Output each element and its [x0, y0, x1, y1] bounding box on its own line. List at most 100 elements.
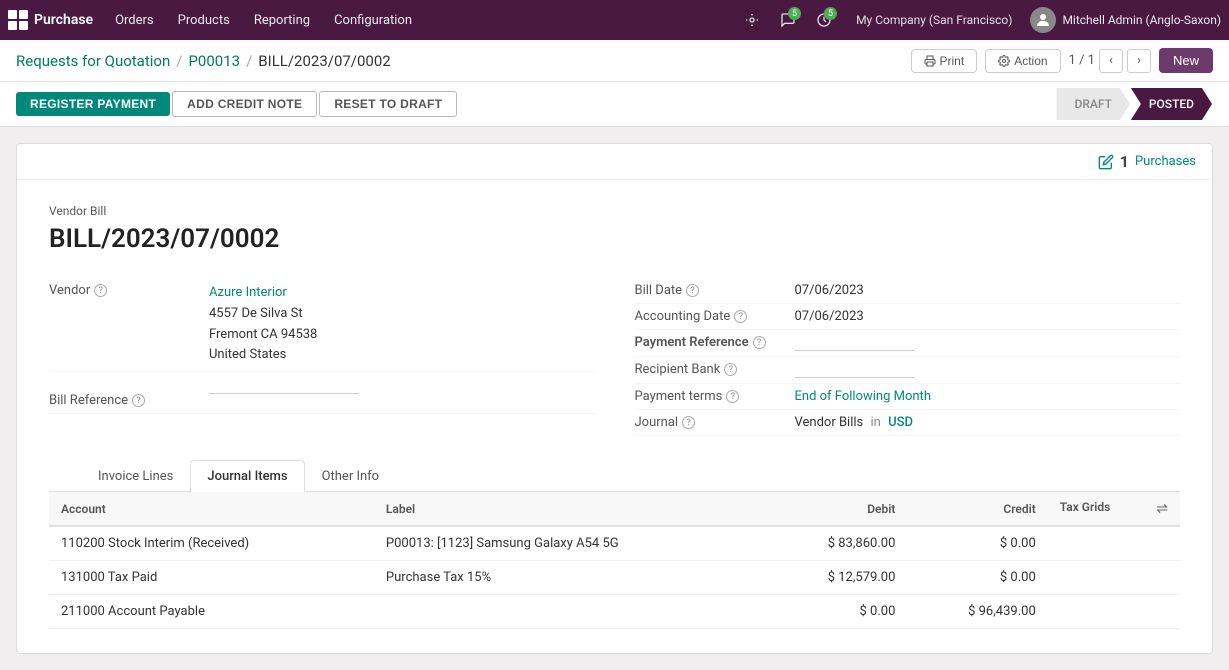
row1-account[interactable]: 110200 Stock Interim (Received): [49, 526, 374, 561]
page-number: 1 / 1: [1069, 53, 1095, 68]
journal-name[interactable]: Vendor Bills: [795, 415, 864, 430]
bill-ref-field-row: Bill Reference ?: [49, 388, 595, 414]
clock-badge: 5: [824, 7, 837, 20]
recipient-bank-value[interactable]: [795, 362, 915, 378]
tab-invoice-lines[interactable]: Invoice Lines: [81, 460, 190, 492]
row2-credit: $ 0.00: [907, 561, 1047, 595]
row3-debit: $ 0.00: [767, 595, 907, 629]
accounting-date-row: Accounting Date ? 07/06/2023: [635, 304, 1181, 330]
logo-icon: [8, 10, 28, 30]
journal-table: Account Label Debit Credit Tax Grids: [49, 492, 1180, 629]
payment-ref-row: Payment Reference ?: [635, 330, 1181, 357]
status-posted[interactable]: POSTED: [1131, 88, 1212, 120]
nav-configuration[interactable]: Configuration: [324, 9, 422, 32]
col-tax-grids: Tax Grids ⇌: [1048, 492, 1180, 526]
row1-credit: $ 0.00: [907, 526, 1047, 561]
accounting-date-value[interactable]: 07/06/2023: [795, 309, 864, 324]
row2-debit: $ 12,579.00: [767, 561, 907, 595]
col-label: Label: [374, 492, 767, 526]
journal-value: Vendor Bills in USD: [795, 415, 913, 430]
status-steps: DRAFT POSTED: [1056, 88, 1213, 120]
header-actions: Print Action 1 / 1 ‹ › New: [911, 48, 1214, 73]
nav-reporting[interactable]: Reporting: [244, 9, 320, 32]
user-name: Mitchell Admin (Anglo-Saxon): [1062, 13, 1221, 27]
recipient-bank-label: Recipient Bank ?: [635, 362, 795, 377]
row2-account[interactable]: 131000 Tax Paid: [49, 561, 374, 595]
document-card: 1 Purchases Vendor Bill BILL/2023/07/000…: [16, 143, 1213, 654]
main-content: 1 Purchases Vendor Bill BILL/2023/07/000…: [0, 127, 1229, 670]
user-menu[interactable]: Mitchell Admin (Anglo-Saxon): [1030, 7, 1221, 33]
breadcrumb-sep2: /: [246, 52, 252, 70]
journal-in: in: [870, 415, 880, 430]
bug-icon-btn[interactable]: [738, 6, 766, 34]
purchases-label: Purchases: [1135, 154, 1196, 169]
edit-icon: [1098, 154, 1114, 170]
register-payment-button[interactable]: REGISTER PAYMENT: [16, 92, 170, 116]
accounting-date-hint: ?: [734, 310, 747, 323]
payment-ref-label: Payment Reference ?: [635, 335, 795, 350]
app-logo[interactable]: Purchase: [8, 10, 93, 30]
doc-title: BILL/2023/07/0002: [49, 224, 1180, 254]
pagination: 1 / 1 ‹ ›: [1069, 49, 1151, 73]
journal-hint: ?: [682, 416, 695, 429]
journal-table-body: 110200 Stock Interim (Received) P00013: …: [49, 526, 1180, 629]
vendor-name[interactable]: Azure Interior: [209, 283, 317, 304]
breadcrumb: Requests for Quotation / P00013 / BILL/2…: [16, 52, 391, 70]
action-bar: REGISTER PAYMENT ADD CREDIT NOTE RESET T…: [0, 82, 1229, 127]
tab-journal-items[interactable]: Journal Items: [190, 460, 304, 492]
col-credit: Credit: [907, 492, 1047, 526]
bill-ref-value[interactable]: [209, 393, 359, 394]
avatar: [1030, 7, 1056, 33]
company-selector[interactable]: My Company (San Francisco): [846, 9, 1022, 31]
doc-type-label: Vendor Bill: [49, 204, 1180, 218]
payment-ref-value[interactable]: [795, 335, 915, 351]
tabs-bar: Invoice Lines Journal Items Other Info: [49, 460, 1180, 492]
vendor-field-row: Vendor ? Azure Interior 4557 De Silva St…: [49, 278, 595, 372]
row3-label: [374, 595, 767, 629]
breadcrumb-p00013[interactable]: P00013: [188, 52, 240, 70]
action-label: Action: [1014, 54, 1047, 68]
recipient-bank-row: Recipient Bank ?: [635, 357, 1181, 384]
nav-products[interactable]: Products: [168, 9, 240, 32]
bill-date-value[interactable]: 07/06/2023: [795, 283, 864, 298]
vendor-addr1: 4557 De Silva St: [209, 304, 317, 325]
purchases-bar: 1 Purchases: [17, 144, 1212, 180]
row3-account[interactable]: 211000 Account Payable: [49, 595, 374, 629]
breadcrumb-rfq[interactable]: Requests for Quotation: [16, 52, 170, 70]
next-page-btn[interactable]: ›: [1127, 49, 1151, 73]
payment-terms-value[interactable]: End of Following Month: [795, 389, 931, 404]
status-draft[interactable]: DRAFT: [1056, 88, 1129, 120]
col-settings-btn[interactable]: ⇌: [1156, 500, 1168, 517]
status-posted-label: POSTED: [1149, 97, 1194, 111]
bill-ref-label: Bill Reference ?: [49, 393, 209, 408]
journal-table-header: Account Label Debit Credit Tax Grids: [49, 492, 1180, 526]
add-credit-note-button[interactable]: ADD CREDIT NOTE: [172, 91, 317, 117]
app-name: Purchase: [34, 12, 93, 28]
print-button[interactable]: Print: [911, 49, 978, 73]
chat-icon-btn[interactable]: 5: [774, 6, 802, 34]
prev-page-btn[interactable]: ‹: [1099, 49, 1123, 73]
document-fields: Vendor ? Azure Interior 4557 De Silva St…: [49, 278, 1180, 436]
breadcrumb-sep1: /: [176, 52, 182, 70]
payment-ref-hint: ?: [753, 336, 766, 349]
clock-icon-btn[interactable]: 5: [810, 6, 838, 34]
purchases-link[interactable]: 1 Purchases: [1098, 152, 1196, 171]
journal-label: Journal ?: [635, 415, 795, 430]
left-fields: Vendor ? Azure Interior 4557 De Silva St…: [49, 278, 595, 436]
print-label: Print: [940, 54, 965, 68]
row1-label[interactable]: P00013: [1123] Samsung Galaxy A54 5G: [374, 526, 767, 561]
nav-right-section: 5 5 My Company (San Francisco) Mitchell …: [738, 6, 1221, 34]
bill-date-row: Bill Date ? 07/06/2023: [635, 278, 1181, 304]
journal-row: Journal ? Vendor Bills in USD: [635, 410, 1181, 436]
tab-other-info[interactable]: Other Info: [305, 460, 397, 492]
new-button[interactable]: New: [1159, 48, 1213, 73]
reset-to-draft-button[interactable]: RESET TO DRAFT: [319, 91, 457, 117]
row3-credit: $ 96,439.00: [907, 595, 1047, 629]
vendor-addr2: Fremont CA 94538: [209, 325, 317, 346]
nav-orders[interactable]: Orders: [105, 9, 164, 32]
recipient-bank-hint: ?: [724, 363, 737, 376]
action-button[interactable]: Action: [985, 49, 1060, 73]
journal-currency[interactable]: USD: [888, 415, 913, 430]
vendor-label: Vendor ?: [49, 283, 209, 298]
row2-label[interactable]: Purchase Tax 15%: [374, 561, 767, 595]
